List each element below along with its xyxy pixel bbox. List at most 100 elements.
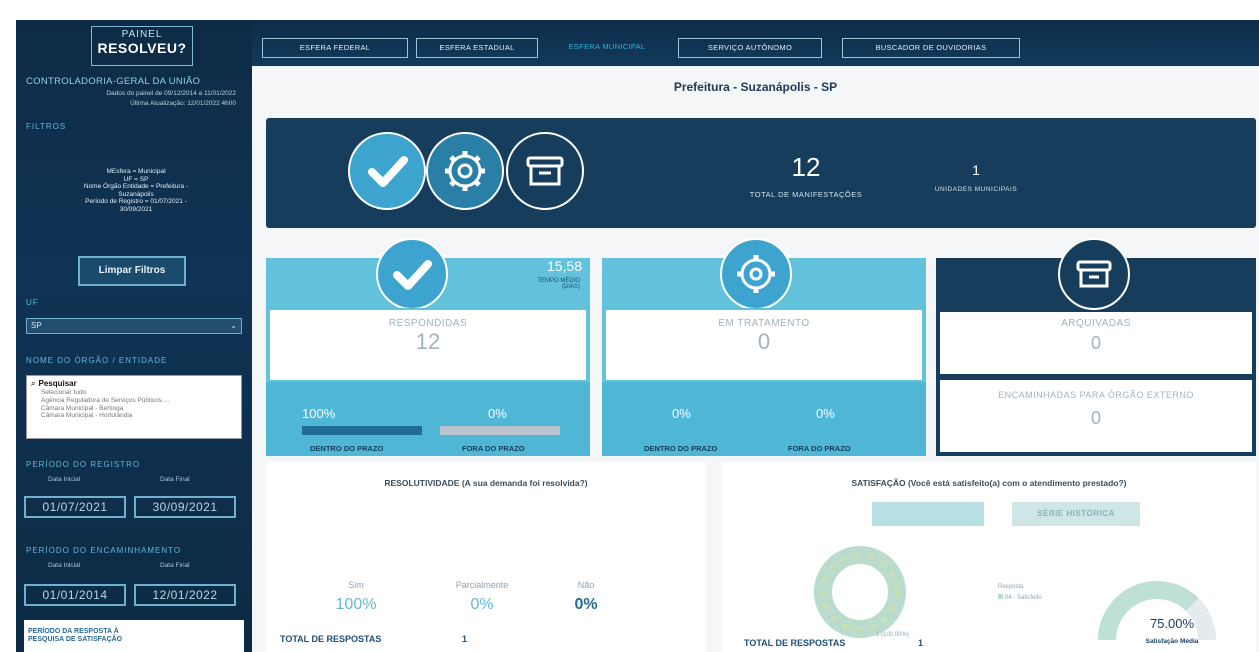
- satisfaction-donut: [814, 546, 906, 638]
- in-time-bar-track: [302, 426, 422, 435]
- check-icon: [348, 132, 426, 210]
- archived-value: 0: [1090, 333, 1101, 353]
- org-list-item[interactable]: Câmara Municipal - Bertioga: [27, 405, 241, 413]
- tab-servico-autonomo[interactable]: SERVIÇO AUTÔNOMO: [678, 38, 822, 58]
- filters-title: FILTROS: [26, 122, 67, 131]
- uf-select[interactable]: SP ⌄: [26, 318, 242, 334]
- gear-icon: [720, 238, 792, 310]
- legend-swatch: [998, 594, 1003, 599]
- org-filter-list[interactable]: ⌕ Pesquisar Selecionar tudo Agência Regul…: [26, 375, 242, 439]
- org-list-item[interactable]: Câmara Municipal - Hortolândia: [27, 412, 241, 420]
- in-treatment-card-body: EM TRATAMENTO 0: [602, 308, 926, 382]
- answered-card-header: 15,58 TEMPO MÉDIO (DIAS): [266, 238, 590, 310]
- uf-value: SP: [31, 321, 42, 330]
- filter-line: MEsfera = Municipal: [106, 168, 166, 175]
- enc-final-label: Data Final: [160, 562, 190, 569]
- tab-esfera-estadual[interactable]: ESFERA ESTADUAL: [416, 38, 538, 58]
- total-responses-value: 1: [918, 638, 924, 648]
- total-responses-label: TOTAL DE RESPOSTAS: [744, 638, 846, 648]
- history-tab-blank[interactable]: [872, 502, 984, 526]
- satisfacao-panel: SATISFAÇÃO (Você está satisfeito(a) com …: [722, 462, 1256, 652]
- response-period-filter[interactable]: PERÍODO DA RESPOSTA À PESQUISA DE SATISF…: [24, 620, 244, 652]
- dashboard-page: PAINEL RESOLVEU? CONTROLADORIA-GERAL DA …: [16, 20, 1259, 652]
- parcial-label: Parcialmente: [455, 580, 509, 590]
- tab-esfera-federal[interactable]: ESFERA FEDERAL: [262, 38, 408, 58]
- out-time-pct: 0%: [488, 406, 507, 421]
- registro-final-date[interactable]: 30/09/2021: [134, 496, 236, 518]
- total-manifestations-value: 12: [791, 152, 821, 182]
- org-search-placeholder: Pesquisar: [38, 379, 77, 388]
- in-treatment-card: EM TRATAMENTO 0 0% 0% DENTRO DO PRAZO FO…: [602, 238, 926, 456]
- tab-esfera-municipal[interactable]: ESFERA MUNICIPAL: [544, 38, 670, 58]
- total-responses-label: TOTAL DE RESPOSTAS: [280, 634, 382, 644]
- avg-time-value: 15,58: [546, 258, 582, 274]
- page-title: Prefeitura - Suzanápolis - SP: [673, 80, 838, 94]
- avg-time-label: TEMPO MÉDIO (DIAS): [502, 278, 580, 290]
- tab-buscador-ouvidorias[interactable]: BUSCADOR DE OUVIDORIAS: [842, 38, 1020, 58]
- filter-line: Período de Registro = 01/07/2021 -: [85, 198, 187, 206]
- last-update: Última Atualização: 12/01/2022 4h00: [130, 100, 236, 107]
- out-time-label: FORA DO PRAZO: [788, 444, 851, 453]
- sim-label: Sim: [348, 580, 364, 590]
- in-treatment-value: 0: [757, 329, 771, 354]
- answered-card-body: RESPONDIDAS 12: [266, 308, 590, 382]
- encaminhamento-period-label: PERÍODO DO ENCAMINHAMENTO: [26, 546, 182, 555]
- org-name: CONTROLADORIA-GERAL DA UNIÃO: [26, 76, 201, 87]
- answered-label: RESPONDIDAS: [388, 318, 468, 329]
- org-filter-label: NOME DO ÓRGÃO / ENTIDADE: [26, 356, 168, 365]
- forwarded-box: ENCAMINHADAS PARA ÓRGÃO EXTERNO 0: [940, 380, 1252, 452]
- check-icon: [376, 238, 448, 310]
- panel-logo: PAINEL RESOLVEU?: [91, 26, 193, 66]
- org-list-item[interactable]: Agência Reguladora de Serviços Públicos …: [27, 397, 241, 405]
- in-treatment-label: EM TRATAMENTO: [718, 318, 810, 329]
- filter-line: 30/09/2021: [119, 205, 153, 213]
- answered-deadline: 100% 0% DENTRO DO PRAZO FORA DO PRAZO: [266, 382, 590, 456]
- municipal-units-label: UNIDADES MUNICIPAIS: [934, 186, 1018, 193]
- parcial-value: 0%: [470, 596, 494, 613]
- active-filters: MEsfera = Municipal UF = SP Nome Órgão E…: [46, 168, 226, 214]
- enc-initial-date[interactable]: 01/01/2014: [24, 584, 126, 606]
- avg-time-label-line2: (DIAS): [562, 284, 580, 290]
- chevron-down-icon: ⌄: [230, 321, 237, 330]
- legend-title: Resposta: [998, 584, 1024, 590]
- in-time-bar: [302, 426, 422, 435]
- uf-label: UF: [26, 298, 39, 307]
- search-icon: ⌕: [31, 379, 36, 388]
- in-treatment-card-header: [602, 238, 926, 310]
- gauge-value: 75.00%: [1149, 616, 1195, 631]
- out-time-label: FORA DO PRAZO: [462, 444, 525, 453]
- in-time-pct: 0%: [672, 406, 691, 421]
- logo-line1: PAINEL: [121, 29, 163, 40]
- summary-banner: 12 TOTAL DE MANIFESTAÇÕES 1 UNIDADES MUN…: [266, 118, 1256, 228]
- total-manifestations-label: TOTAL DE MANIFESTAÇÕES: [749, 190, 863, 199]
- legend-item-label: 04 - Satisfeito: [1005, 595, 1042, 601]
- total-responses-value: 1: [462, 634, 468, 644]
- answered-card: 15,58 TEMPO MÉDIO (DIAS) RESPONDIDAS 12 …: [266, 238, 590, 456]
- in-treatment-deadline: 0% 0% DENTRO DO PRAZO FORA DO PRAZO: [602, 382, 926, 456]
- enc-final-date[interactable]: 12/01/2022: [134, 584, 236, 606]
- gear-icon: [426, 132, 504, 210]
- registro-initial-date[interactable]: 01/07/2021: [24, 496, 126, 518]
- legend-item: 04 - Satisfeito: [998, 594, 1042, 601]
- registro-final-label: Data Final: [160, 476, 190, 483]
- in-time-pct: 100%: [302, 406, 336, 421]
- gauge-label: Satisfação Média: [1145, 638, 1199, 645]
- org-search-input[interactable]: ⌕ Pesquisar: [27, 376, 241, 389]
- answered-value: 12: [415, 329, 441, 354]
- response-period-line1: PERÍODO DA RESPOSTA À: [28, 628, 119, 635]
- top-nav: ESFERA FEDERAL ESFERA ESTADUAL ESFERA MU…: [252, 20, 1259, 66]
- out-time-pct: 0%: [816, 406, 835, 421]
- history-series-button[interactable]: SÉRIE HISTÓRICA: [1012, 502, 1140, 526]
- archive-box-icon: [506, 132, 584, 210]
- logo-line2: RESOLVEU?: [97, 40, 187, 56]
- donut-label: 1 (100,00%): [876, 632, 909, 638]
- nao-label: Não: [577, 580, 595, 590]
- resolutividade-panel: RESOLUTIVIDADE (A sua demanda foi resolv…: [266, 462, 706, 652]
- filter-line: Suzanápolis: [118, 190, 154, 198]
- in-time-label: DENTRO DO PRAZO: [644, 444, 718, 453]
- clear-filters-button[interactable]: Limpar Filtros: [78, 256, 186, 286]
- answered-box: RESPONDIDAS 12: [270, 310, 586, 380]
- org-list-item[interactable]: Selecionar tudo: [27, 389, 241, 397]
- sidebar: PAINEL RESOLVEU? CONTROLADORIA-GERAL DA …: [16, 20, 252, 652]
- archived-label: ARQUIVADAS: [1061, 318, 1131, 329]
